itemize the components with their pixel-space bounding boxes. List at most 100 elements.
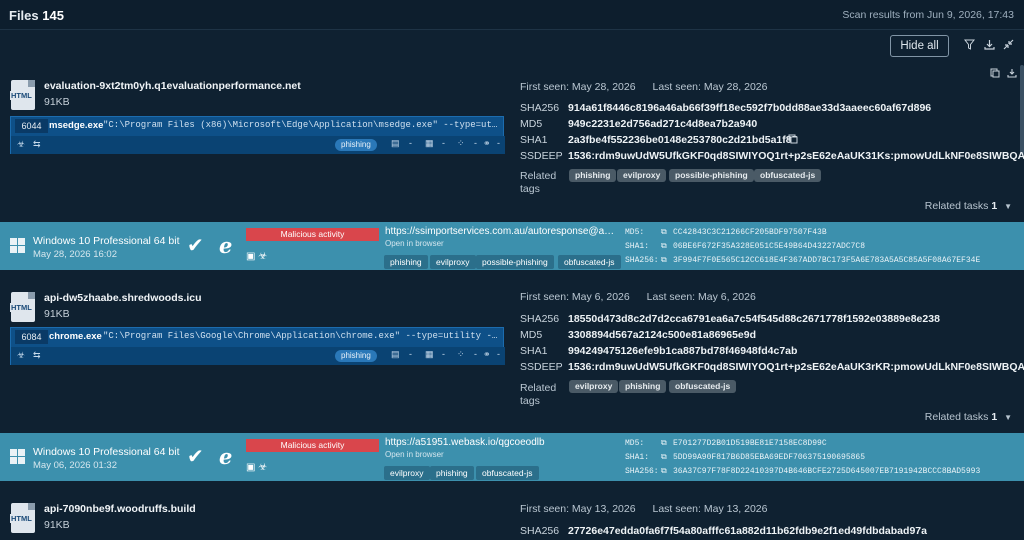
last-seen: Last seen: May 13, 2026: [652, 503, 768, 515]
related-tag[interactable]: obfuscated-js: [669, 380, 737, 393]
related-tag[interactable]: possible-phishing: [669, 169, 754, 182]
task-tag: evilproxy: [384, 466, 430, 480]
connections-icon: ⚭: [483, 138, 491, 148]
html-file-icon: HTML: [10, 80, 35, 110]
screenshot-icon: ▣: [246, 251, 256, 262]
file-name[interactable]: evaluation-9xt2tm0yh.q1evaluationperform…: [44, 80, 301, 92]
copy-icon: ⧉: [661, 453, 667, 462]
chevron-down-icon: ▼: [1004, 413, 1012, 422]
file-size: 91KB: [44, 519, 70, 531]
checkmark-icon: ✔: [187, 235, 204, 257]
process-cmdline: "C:\Program Files (x86)\Microsoft\Edge\A…: [103, 120, 501, 130]
process-tag: phishing: [335, 139, 377, 151]
file-name[interactable]: api-dw5zhaabe.shredwoods.icu: [44, 292, 202, 304]
process-tag: phishing: [335, 350, 377, 362]
files-label: Files: [9, 8, 39, 23]
windows-icon: [10, 449, 25, 464]
process-name: chrome.exe: [49, 331, 102, 342]
last-seen: Last seen: May 28, 2026: [652, 81, 768, 93]
verdict-badge: Malicious activity: [246, 228, 379, 241]
open-in-browser-link[interactable]: Open in browser: [385, 450, 444, 459]
task-url[interactable]: https://ssimportservices.com.au/autoresp…: [385, 226, 619, 237]
process-bar[interactable]: 6044 msedge.exe "C:\Program Files (x86)\…: [10, 116, 505, 154]
task-tag: phishing: [430, 466, 474, 480]
scrollbar[interactable]: [1020, 65, 1024, 155]
screenshot-icon: ▣: [246, 462, 256, 473]
related-tags-label: Related tags: [520, 170, 557, 195]
files-title: Files 145: [9, 8, 64, 23]
task-tag: possible-phishing: [476, 255, 554, 269]
copy-icon: ⧉: [661, 439, 667, 448]
copy-icon: ⧉: [661, 256, 667, 265]
related-tag[interactable]: phishing: [619, 380, 667, 393]
browser-ie-icon: e: [219, 233, 233, 258]
biohazard-icon: ☣: [17, 350, 26, 360]
biohazard-icon: ☣: [258, 462, 268, 473]
browser-ie-icon: e: [219, 444, 233, 469]
toolbar: [0, 30, 1024, 62]
copy-report-icon[interactable]: [990, 68, 1003, 81]
file-ops-icon: ▤: [391, 349, 400, 359]
first-seen: First seen: May 13, 2026 Last seen: May …: [520, 503, 768, 515]
task-url[interactable]: https://a51951.webask.io/qgcoeodlb: [385, 437, 619, 448]
scan-info: Scan results from Jun 9, 2026, 17:43: [842, 9, 1014, 21]
copy-icon: ⧉: [661, 242, 667, 251]
chevron-down-icon: ▼: [1004, 202, 1012, 211]
task-row[interactable]: Windows 10 Professional 64 bit May 06, 2…: [0, 433, 1024, 481]
verdict-badge: Malicious activity: [246, 439, 379, 452]
file-size: 91KB: [44, 308, 70, 320]
task-icons: ▣ ☣: [246, 462, 267, 473]
task-os: Windows 10 Professional 64 bit: [33, 446, 180, 458]
file-ops-icon: ▤: [391, 138, 400, 148]
process-bar[interactable]: 6084 chrome.exe "C:\Program Files\Google…: [10, 327, 505, 365]
modules-icon: ⁘: [457, 138, 465, 148]
task-tag: evilproxy: [430, 255, 476, 269]
task-icons: ▣ ☣: [246, 251, 267, 262]
network-arrows-icon: ⇆: [33, 139, 41, 149]
process-pid: 6084: [15, 330, 48, 344]
process-name: msedge.exe: [49, 120, 104, 131]
process-cmdline: "C:\Program Files\Google\Chrome\Applicat…: [103, 331, 501, 341]
copy-icon: ⧉: [661, 228, 667, 237]
hide-all-button[interactable]: Hide all: [890, 35, 949, 57]
open-in-browser-link[interactable]: Open in browser: [385, 239, 444, 248]
biohazard-icon: ☣: [258, 251, 268, 262]
filter-icon[interactable]: [963, 39, 975, 53]
first-seen: First seen: May 28, 2026 Last seen: May …: [520, 81, 768, 93]
related-tasks-toggle[interactable]: Related tasks 1 ▼: [925, 200, 1012, 212]
task-row[interactable]: Windows 10 Professional 64 bit May 28, 2…: [0, 222, 1024, 270]
registry-icon: ▦: [425, 138, 434, 148]
html-file-icon: HTML: [10, 503, 35, 533]
html-file-icon: HTML: [10, 292, 35, 322]
task-tag: obfuscated-js: [558, 255, 621, 269]
task-date: May 06, 2026 01:32: [33, 460, 117, 471]
process-pid: 6044: [15, 119, 48, 133]
copy-icon: ⧉: [661, 467, 667, 476]
network-arrows-icon: ⇆: [33, 350, 41, 360]
file-actions: [990, 68, 1017, 81]
copy-icon[interactable]: [788, 134, 798, 147]
collapse-icon[interactable]: [1002, 39, 1014, 53]
related-tag[interactable]: evilproxy: [617, 169, 667, 182]
task-tag: obfuscated-js: [476, 466, 539, 480]
task-tag: phishing: [384, 255, 428, 269]
windows-icon: [10, 238, 25, 253]
download-file-icon[interactable]: [1007, 69, 1017, 81]
connections-icon: ⚭: [483, 349, 491, 359]
file-name[interactable]: api-7090nbe9f.woodruffs.build: [44, 503, 196, 515]
related-tag[interactable]: phishing: [569, 169, 617, 182]
header-bar: Files 145 Scan results from Jun 9, 2026,…: [0, 0, 1024, 30]
related-tags-label: Related tags: [520, 382, 557, 407]
checkmark-icon: ✔: [187, 446, 204, 468]
files-count: 145: [42, 8, 64, 23]
related-tasks-toggle[interactable]: Related tasks 1 ▼: [925, 411, 1012, 423]
last-seen: Last seen: May 6, 2026: [646, 291, 756, 303]
download-icon[interactable]: [983, 39, 995, 53]
related-tag[interactable]: obfuscated-js: [754, 169, 822, 182]
related-tag[interactable]: evilproxy: [569, 380, 619, 393]
registry-icon: ▦: [425, 349, 434, 359]
biohazard-icon: ☣: [17, 139, 26, 149]
task-os: Windows 10 Professional 64 bit: [33, 235, 180, 247]
task-date: May 28, 2026 16:02: [33, 249, 117, 260]
first-seen: First seen: May 6, 2026 Last seen: May 6…: [520, 291, 756, 303]
